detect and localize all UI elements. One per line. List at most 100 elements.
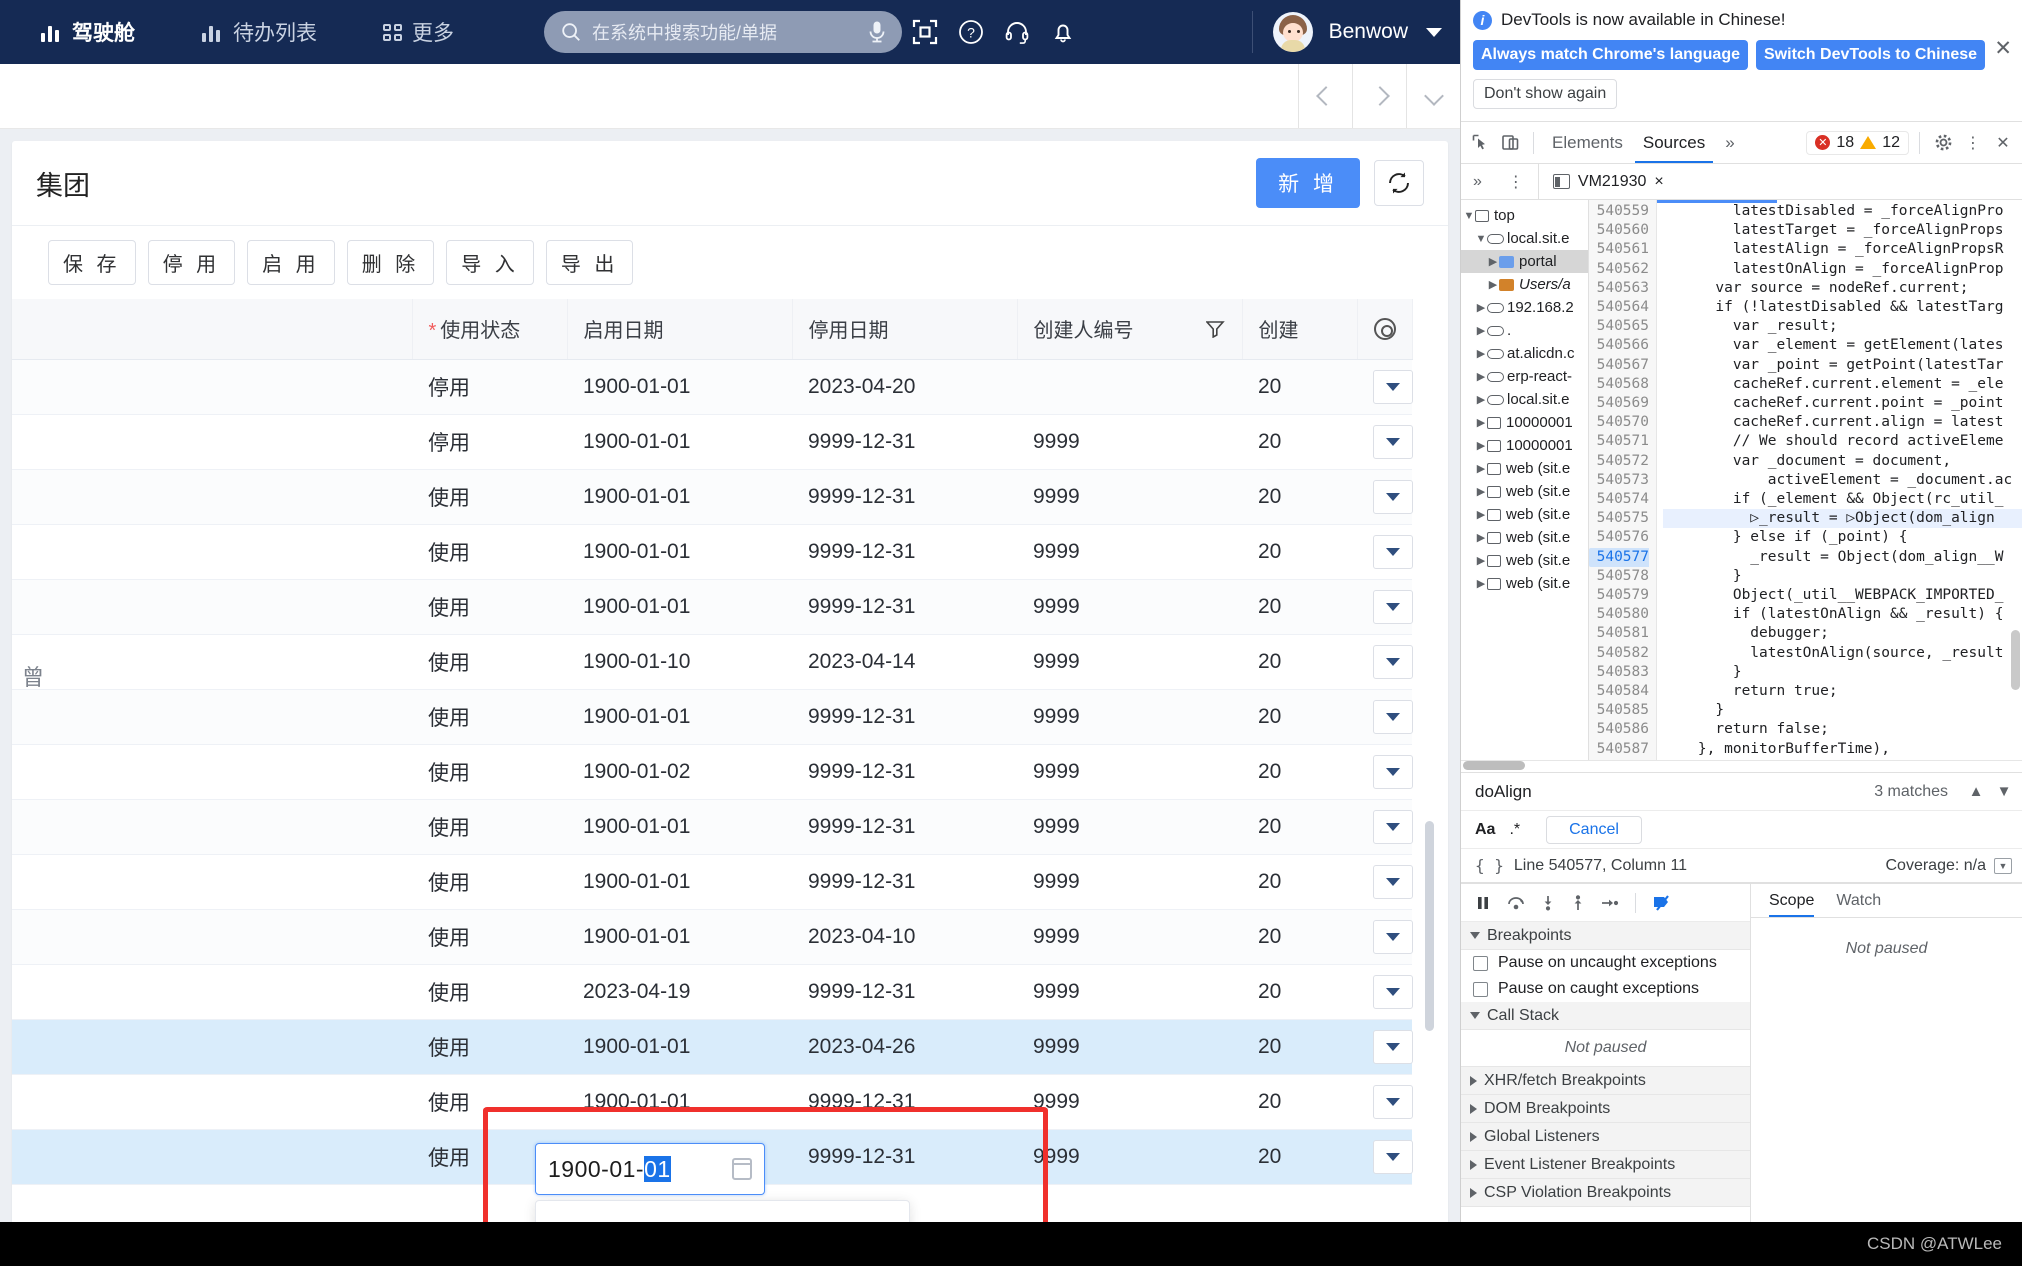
cell-row-action[interactable] [1357,469,1413,525]
tab-elements[interactable]: Elements [1544,123,1631,163]
file-tree-item[interactable]: ▶ web (sit.e [1461,480,1588,503]
step-over-icon[interactable] [1507,895,1525,911]
regex-toggle[interactable]: .* [1509,821,1520,839]
table-row[interactable]: 使用 2023-04-19 9999-12-31 9999 20 [12,964,1413,1020]
fullscreen-icon[interactable] [902,9,948,55]
code-line[interactable]: var _result; [1663,317,2022,336]
cell-creator[interactable]: 9999 [1017,634,1242,690]
cell-creator[interactable]: 9999 [1017,524,1242,580]
tabs-dropdown-button[interactable] [1406,64,1460,128]
cell-stop-date[interactable]: 2023-04-14 [792,634,1017,690]
file-tree-item[interactable]: ▶ web (sit.e [1461,503,1588,526]
line-number[interactable]: 540585 [1589,701,1649,720]
find-cancel-button[interactable]: Cancel [1546,815,1642,844]
start-date-input[interactable]: 1900-01-01 [535,1143,765,1195]
checkbox[interactable] [1473,981,1488,997]
table-row[interactable]: 使用 1900-01-01 9999-12-31 9999 20 [12,689,1413,745]
line-number[interactable]: 540566 [1589,336,1649,355]
cell-stop-date[interactable]: 2023-04-10 [792,909,1017,965]
line-number[interactable]: 540584 [1589,682,1649,701]
breakpoint-option-row[interactable]: Pause on caught exceptions [1461,976,1750,1002]
cell-row-action[interactable] [1357,524,1413,580]
cell-row-action[interactable] [1357,1019,1413,1075]
row-dropdown-button[interactable] [1373,699,1413,734]
section-dom-breakpoints[interactable]: DOM Breakpoints [1461,1095,1750,1123]
section-breakpoints[interactable]: Breakpoints [1461,922,1750,950]
nav-next-button[interactable] [1352,64,1406,128]
row-dropdown-button[interactable] [1373,919,1413,954]
cell-stop-date[interactable]: 9999-12-31 [792,854,1017,910]
code-line[interactable]: cacheRef.current.element = _ele [1663,375,2022,394]
cell-blank[interactable] [12,854,412,910]
code-horizontal-scrollbar[interactable] [1463,761,1525,770]
column-header-settings[interactable] [1357,299,1413,360]
row-dropdown-button[interactable] [1373,644,1413,679]
row-dropdown-button[interactable] [1373,369,1413,404]
find-prev-icon[interactable]: ▲ [1962,783,1990,800]
line-number[interactable]: 540568 [1589,375,1649,394]
cell-row-action[interactable] [1357,799,1413,855]
cell-status[interactable]: 停用 [412,414,567,470]
inspect-icon[interactable] [1467,130,1493,156]
breakpoint-option-row[interactable]: Pause on uncaught exceptions [1461,950,1750,976]
find-next-icon[interactable]: ▼ [1990,783,2018,800]
cell-blank[interactable] [12,1019,412,1075]
code-line[interactable]: var source = nodeRef.current; [1663,279,2022,298]
cell-start-date[interactable]: 1900-01-01 [567,799,792,855]
headset-icon[interactable] [994,9,1040,55]
cell-blank[interactable] [12,414,412,470]
twisty-right-icon[interactable]: ▶ [1475,416,1487,429]
row-dropdown-button[interactable] [1373,1139,1413,1174]
cell-creator[interactable]: 9999 [1017,689,1242,745]
cell-blank[interactable] [12,799,412,855]
deactivate-breakpoints-icon[interactable] [1652,894,1672,911]
code-editor[interactable]: 540559 540560 540561 540562 540563 540564 5405… [1589,200,2022,760]
file-tree-item[interactable]: ▶ Users/a [1461,273,1588,296]
help-icon[interactable]: ? [948,9,994,55]
column-header-stop-date[interactable]: 停用日期 [792,299,1018,360]
find-query-input[interactable]: doAlign [1475,782,1874,802]
row-dropdown-button[interactable] [1373,534,1413,569]
cell-creator[interactable] [1017,359,1242,415]
save-button[interactable]: 保 存 [48,240,136,285]
cell-created[interactable]: 20 [1242,414,1357,470]
table-row[interactable]: 使用 1900-01-02 9999-12-31 9999 20 [12,744,1413,800]
section-xhr-breakpoints[interactable]: XHR/fetch Breakpoints [1461,1067,1750,1095]
cell-status[interactable]: 使用 [412,1074,567,1130]
code-vertical-scrollbar[interactable] [2011,630,2020,690]
table-row[interactable]: 使用 1900-01-10 2023-04-14 9999 20 [12,634,1413,690]
code-line[interactable]: latestTarget = _forceAlignProps [1663,221,2022,240]
cell-blank[interactable] [12,1074,412,1130]
column-header-status[interactable]: 使用状态 [412,299,568,360]
file-tree-item[interactable]: ▶ portal [1461,250,1588,273]
column-header-creator[interactable]: 创建人编号 [1017,299,1243,360]
row-dropdown-button[interactable] [1373,589,1413,624]
cell-start-date[interactable]: 2023-04-19 [567,964,792,1020]
cell-created[interactable]: 20 [1242,799,1357,855]
cell-status[interactable]: 使用 [412,579,567,635]
pretty-print-icon[interactable]: { } [1475,856,1504,875]
table-row[interactable]: 使用 1900-01-01 9999-12-31 9999 20 [12,1074,1413,1130]
cell-creator[interactable]: 9999 [1017,469,1242,525]
file-tree-item[interactable]: ▶. [1461,319,1588,342]
twisty-right-icon[interactable]: ▶ [1475,393,1487,406]
twisty-right-icon[interactable]: ▶ [1475,347,1487,360]
cell-row-action[interactable] [1357,634,1413,690]
cell-created[interactable]: 20 [1242,579,1357,635]
export-button[interactable]: 导 出 [545,240,634,285]
cell-status[interactable]: 使用 [412,1019,567,1075]
line-number[interactable]: 540569 [1589,394,1649,413]
cell-start-date[interactable]: 1900-01-10 [567,634,792,690]
cell-created[interactable]: 20 [1242,524,1357,580]
cell-creator[interactable]: 9999 [1017,1129,1242,1185]
cell-row-action[interactable] [1357,1074,1413,1130]
more-tabs-button[interactable]: » [1717,123,1742,163]
cell-row-action[interactable] [1357,689,1413,745]
cell-start-date[interactable]: 1900-01-01 [567,469,792,525]
step-into-icon[interactable] [1541,895,1555,911]
twisty-right-icon[interactable]: ▶ [1475,462,1487,475]
cell-start-date[interactable]: 1900-01-01 [567,909,792,965]
line-number[interactable]: 540560 [1589,221,1649,240]
line-number[interactable]: 540567 [1589,356,1649,375]
cell-stop-date[interactable]: 9999-12-31 [792,799,1017,855]
